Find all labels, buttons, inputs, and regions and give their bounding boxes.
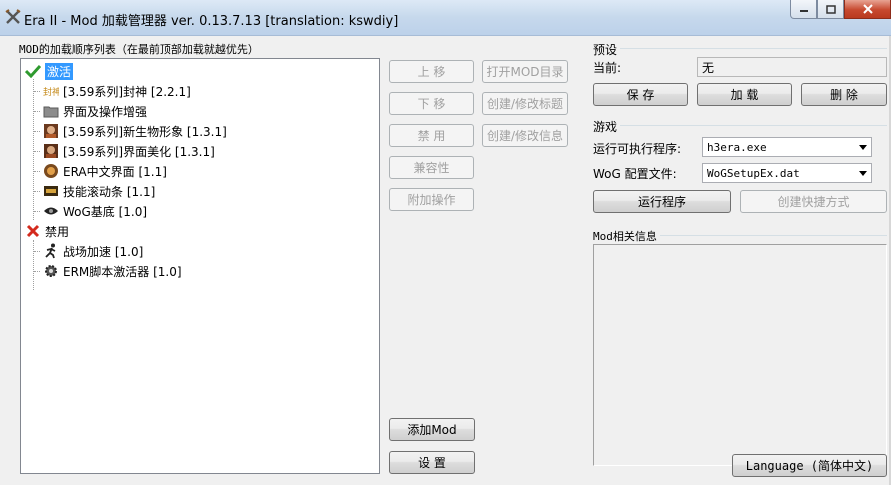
current-preset-label: 当前: (593, 61, 622, 75)
mod-item-label: [3.59系列]界面美化 [1.3.1] (63, 144, 215, 159)
eye-icon (42, 203, 59, 219)
mod-item[interactable]: 界面及操作增强 (34, 101, 147, 121)
mod-info-heading: Mod相关信息 (593, 230, 657, 243)
mod-item-label: WoG基底 [1.0] (63, 204, 148, 219)
scroll-bar-icon (42, 183, 59, 199)
mod-item-label: ERM脚本激活器 [1.0] (63, 264, 182, 279)
close-button[interactable] (844, 0, 891, 19)
load-preset-button[interactable]: 加 载 (697, 83, 792, 106)
mod-item[interactable]: [3.59系列]新生物形象 [1.3.1] (34, 121, 227, 141)
mod-item[interactable]: 封神 [3.59系列]封神 [2.2.1] (34, 81, 191, 101)
portrait-icon (42, 143, 59, 159)
disable-button[interactable]: 禁 用 (389, 124, 474, 147)
close-icon (862, 4, 873, 14)
minimize-button[interactable] (790, 0, 817, 19)
exe-select-value: h3era.exe (707, 140, 767, 154)
mod-item[interactable]: 技能滚动条 [1.1] (34, 181, 155, 201)
create-shortcut-button[interactable]: 创建快捷方式 (740, 190, 887, 213)
preset-divider (620, 48, 887, 49)
main-window-body: MOD的加载顺序列表（在最前顶部加载就越优先） 激活 封神 [3.59系列]封神… (0, 36, 891, 485)
current-preset-field: 无 (697, 57, 887, 77)
open-mod-dir-button[interactable]: 打开MOD目录 (482, 60, 568, 83)
mod-item-label: ERA中文界面 [1.1] (63, 164, 167, 179)
add-mod-button[interactable]: 添加Mod (389, 418, 475, 441)
mod-item[interactable]: [3.59系列]界面美化 [1.3.1] (34, 141, 215, 161)
move-down-button[interactable]: 下 移 (389, 92, 474, 115)
svg-text:封神: 封神 (43, 86, 59, 98)
portrait-icon (42, 123, 59, 139)
mod-item[interactable]: ERM脚本激活器 [1.0] (34, 261, 182, 281)
title-bar: Era II - Mod 加载管理器 ver. 0.13.7.13 [trans… (0, 0, 891, 36)
mod-item[interactable]: ERA中文界面 [1.1] (34, 161, 167, 181)
delete-preset-button[interactable]: 删 除 (801, 83, 887, 106)
mod-item[interactable]: WoG基底 [1.0] (34, 201, 147, 221)
mod-item-label: 技能滚动条 [1.1] (63, 184, 156, 199)
extra-ops-button[interactable]: 附加操作 (389, 188, 474, 211)
group-disabled-label: 禁用 (45, 224, 70, 239)
red-cross-icon (24, 223, 41, 239)
mod-item-label: 界面及操作增强 (63, 104, 148, 119)
mod-item[interactable]: 战场加速 [1.0] (34, 241, 143, 261)
running-man-icon (42, 243, 59, 259)
chevron-down-icon (859, 145, 867, 150)
game-heading: 游戏 (593, 120, 618, 134)
checkmark-icon (24, 63, 41, 79)
maximize-icon (825, 4, 836, 14)
edit-title-button[interactable]: 创建/修改标题 (482, 92, 568, 115)
edit-info-button[interactable]: 创建/修改信息 (482, 124, 568, 147)
run-game-button[interactable]: 运行程序 (593, 190, 731, 213)
exe-label: 运行可执行程序: (593, 142, 682, 156)
maximize-button[interactable] (817, 0, 844, 19)
group-enabled-label: 激活 (45, 62, 74, 80)
game-divider (620, 125, 887, 126)
current-preset-value: 无 (702, 60, 715, 75)
minimize-icon (799, 10, 808, 12)
group-disabled[interactable]: 禁用 (24, 221, 69, 241)
mod-item-label: 战场加速 [1.0] (63, 244, 144, 259)
settings-button[interactable]: 设 置 (389, 451, 475, 474)
mod-item-label: [3.59系列]封神 [2.2.1] (63, 84, 191, 99)
compatibility-button[interactable]: 兼容性 (389, 156, 474, 179)
mod-tree[interactable]: 激活 封神 [3.59系列]封神 [2.2.1] 界面及操作增强 [3.59系列… (20, 58, 380, 474)
window-title: Era II - Mod 加载管理器 ver. 0.13.7.13 [trans… (24, 14, 399, 29)
mod-list-heading: MOD的加载顺序列表（在最前顶部加载就越优先） (19, 43, 259, 56)
mod-info-box[interactable] (593, 244, 887, 466)
group-enabled[interactable]: 激活 (24, 61, 74, 81)
gear-icon (42, 263, 59, 279)
save-preset-button[interactable]: 保 存 (593, 83, 688, 106)
folder-icon (42, 103, 59, 119)
fengshen-icon: 封神 (42, 83, 59, 99)
config-select-value: WoGSetupEx.dat (707, 166, 800, 180)
preset-heading: 预设 (593, 43, 618, 57)
mod-info-divider (660, 235, 887, 236)
mod-item-label: [3.59系列]新生物形象 [1.3.1] (63, 124, 227, 139)
orb-icon (42, 163, 59, 179)
chevron-down-icon (859, 171, 867, 176)
config-label: WoG 配置文件: (593, 167, 677, 181)
language-button[interactable]: Language (简体中文) (732, 454, 887, 477)
exe-select[interactable]: h3era.exe (702, 137, 872, 157)
era-app-icon (5, 9, 21, 24)
config-select[interactable]: WoGSetupEx.dat (702, 163, 872, 183)
move-up-button[interactable]: 上 移 (389, 60, 474, 83)
